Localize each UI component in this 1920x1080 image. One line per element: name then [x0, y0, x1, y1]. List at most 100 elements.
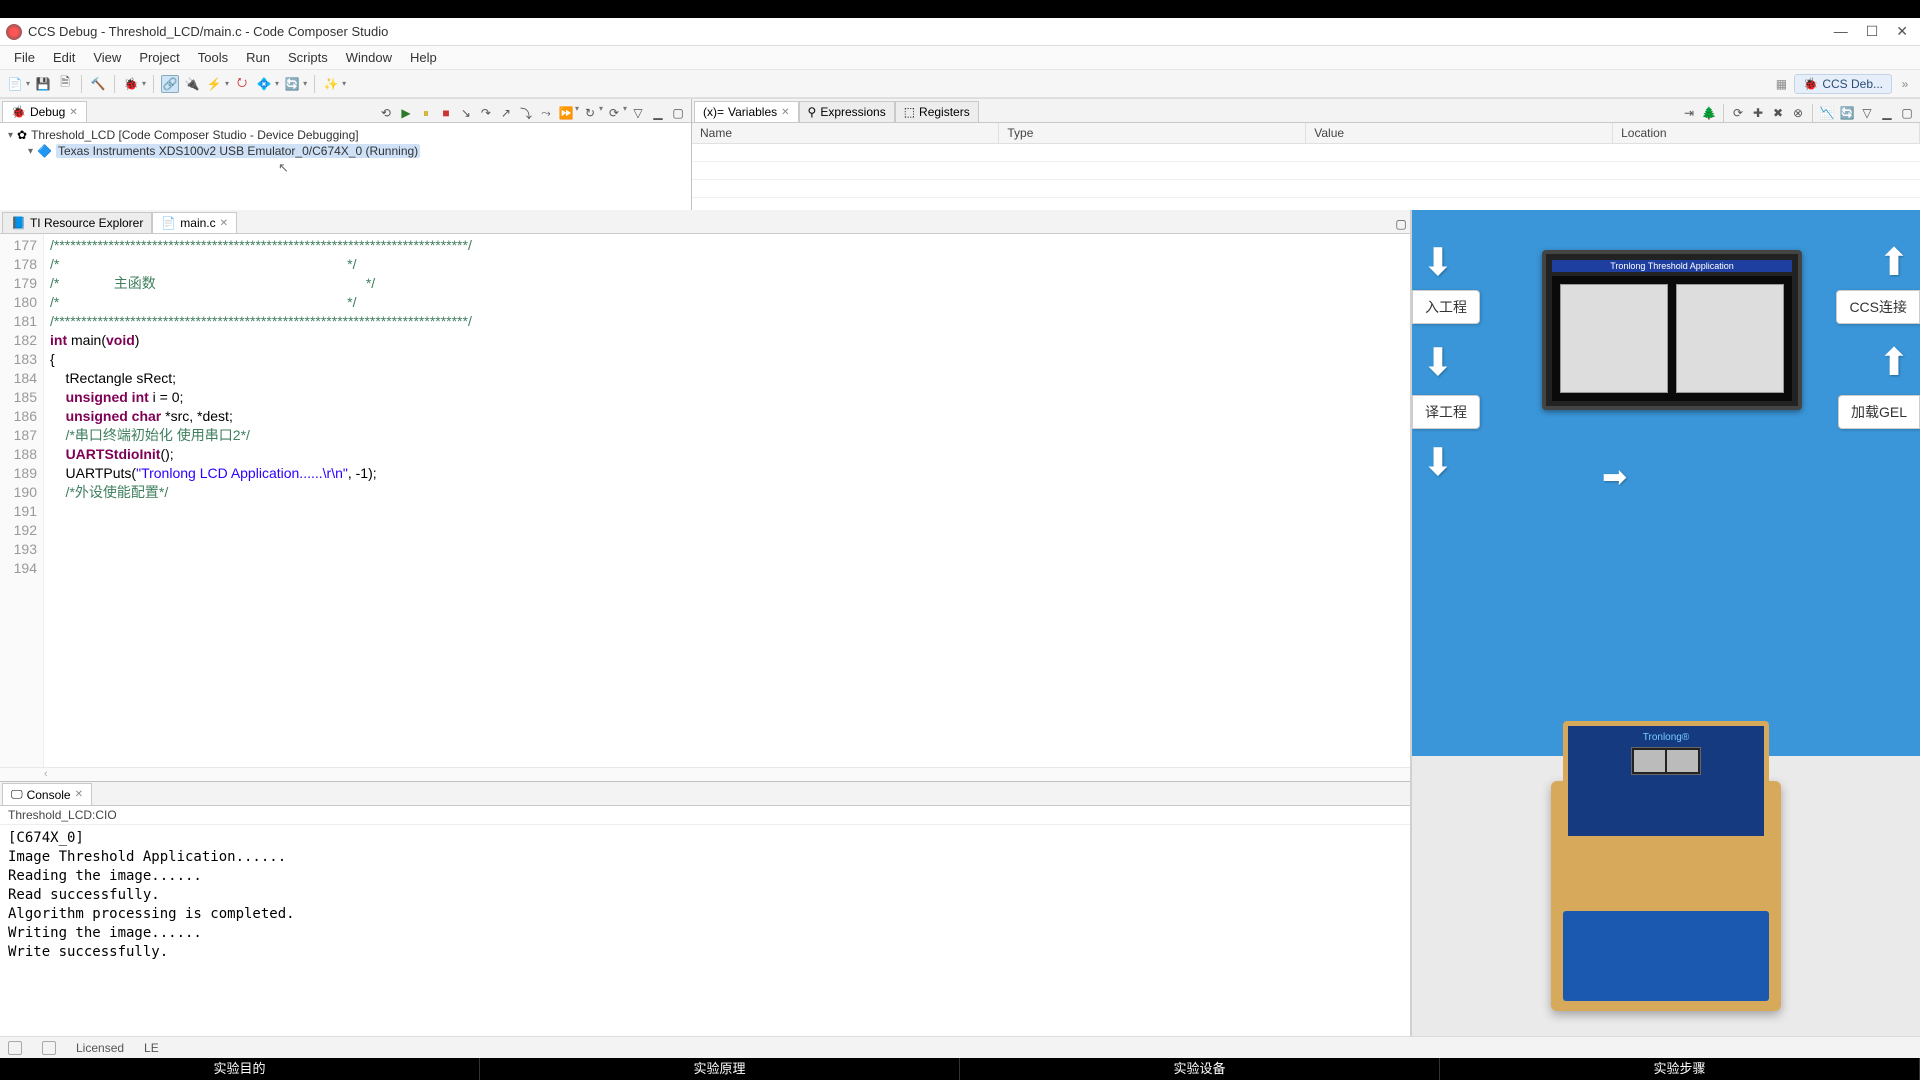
minimize-pane-icon[interactable]: ▁	[1878, 104, 1896, 122]
link-icon[interactable]: 🔌	[183, 75, 201, 93]
c-file-icon: 📄	[161, 216, 176, 230]
col-type[interactable]: Type	[999, 123, 1306, 144]
expander-icon[interactable]: ▾	[28, 146, 33, 157]
dropdown-icon[interactable]: ▾	[26, 79, 30, 88]
lesson-tab-equipment[interactable]: 实验设备	[960, 1058, 1440, 1080]
col-location[interactable]: Location	[1613, 123, 1920, 144]
reset-icon[interactable]: ↻	[581, 104, 599, 122]
newchip-icon[interactable]: 💠	[255, 75, 273, 93]
maximize-pane-icon[interactable]: ▢	[1898, 104, 1916, 122]
dropdown-icon[interactable]: ▾	[575, 104, 579, 122]
close-icon[interactable]: ✕	[69, 107, 77, 118]
lesson-tab-purpose[interactable]: 实验目的	[0, 1058, 480, 1080]
refresh-icon[interactable]: 🔄	[283, 75, 301, 93]
tree-row-root[interactable]: ▾ ✿ Threshold_LCD [Code Composer Studio …	[8, 127, 683, 143]
step-return-icon[interactable]: ↗	[497, 104, 515, 122]
dropdown-icon[interactable]: ▾	[225, 79, 229, 88]
menu-help[interactable]: Help	[402, 48, 445, 67]
new-icon[interactable]: 📄	[6, 75, 24, 93]
refresh-icon[interactable]: ⟳	[1729, 104, 1747, 122]
build-icon[interactable]: 🔨	[89, 75, 107, 93]
dropdown-icon[interactable]: ▾	[599, 104, 603, 122]
view-menu-icon[interactable]: ▽	[629, 104, 647, 122]
expander-icon[interactable]: ▾	[8, 130, 13, 141]
open-perspective-icon[interactable]: ▦	[1772, 75, 1790, 93]
tab-ti-resource-explorer[interactable]: 📘 TI Resource Explorer	[2, 212, 152, 233]
tab-debug[interactable]: 🐞 Debug ✕	[2, 101, 87, 122]
close-icon[interactable]: ✕	[781, 107, 789, 118]
step-into-icon[interactable]: ↘	[457, 104, 475, 122]
lesson-tab-steps[interactable]: 实验步骤	[1440, 1058, 1920, 1080]
terminate-icon[interactable]: ■	[437, 104, 455, 122]
refresh-icon[interactable]: ⟳	[605, 104, 623, 122]
hscroll-bar[interactable]: ‹	[0, 767, 1410, 781]
asm-step-over-icon[interactable]: ⤳	[537, 104, 555, 122]
maximize-button[interactable]: ☐	[1866, 23, 1879, 40]
menu-file[interactable]: File	[6, 48, 43, 67]
flash-icon[interactable]: ⚡	[205, 75, 223, 93]
dropdown-icon[interactable]: ▾	[142, 79, 146, 88]
debug-icon[interactable]: 🐞	[122, 75, 140, 93]
editor-body[interactable]: 1771781791801811821831841851861871881891…	[0, 234, 1410, 767]
lesson-tab-principle[interactable]: 实验原理	[480, 1058, 960, 1080]
tab-expressions[interactable]: ⚲ Expressions	[799, 101, 895, 122]
tab-registers[interactable]: ⬚ Registers	[895, 101, 979, 122]
menu-project[interactable]: Project	[131, 48, 187, 67]
table-row[interactable]	[692, 180, 1920, 198]
pause-icon[interactable]: ⏸	[417, 104, 435, 122]
continuous-refresh-icon[interactable]: 🔄	[1838, 104, 1856, 122]
run-to-line-icon[interactable]: ⏩	[557, 104, 575, 122]
close-button[interactable]: ✕	[1896, 23, 1908, 40]
table-row[interactable]	[692, 144, 1920, 162]
sb-icon[interactable]	[8, 1041, 22, 1055]
connect-target-icon[interactable]: 🔗	[161, 75, 179, 93]
menu-tools[interactable]: Tools	[190, 48, 236, 67]
code-area[interactable]: /***************************************…	[44, 234, 1410, 767]
restart-icon[interactable]: ⟲	[377, 104, 395, 122]
sb-icon[interactable]	[42, 1041, 56, 1055]
minimize-button[interactable]: —	[1834, 23, 1848, 40]
maximize-pane-icon[interactable]: ▢	[669, 104, 687, 122]
dev-kit-photo: Tronlong®	[1412, 756, 1920, 1036]
resume-icon[interactable]: ▶	[397, 104, 415, 122]
tree-icon[interactable]: 🌲	[1700, 104, 1718, 122]
step-over-icon[interactable]: ↷	[477, 104, 495, 122]
tab-main-c[interactable]: 📄 main.c ✕	[152, 212, 237, 233]
wand-icon[interactable]: ✨	[322, 75, 340, 93]
collapse-icon[interactable]: ⇥	[1680, 104, 1698, 122]
maximize-editor-icon[interactable]: ▢	[1392, 215, 1410, 233]
save-icon[interactable]: 💾	[34, 75, 52, 93]
col-name[interactable]: Name	[692, 123, 999, 144]
dropdown-icon[interactable]: ▾	[342, 79, 346, 88]
save-all-icon[interactable]: 🗎	[56, 75, 74, 93]
graph-icon[interactable]: 📉	[1818, 104, 1836, 122]
add-global-icon[interactable]: ✚	[1749, 104, 1767, 122]
terminate-relaunch-icon[interactable]: ⭮	[233, 75, 251, 93]
console-icon: 🖵	[11, 787, 23, 802]
asm-step-into-icon[interactable]: ⤵	[517, 104, 535, 122]
close-icon[interactable]: ✕	[220, 218, 228, 229]
menu-scripts[interactable]: Scripts	[280, 48, 336, 67]
dropdown-icon[interactable]: ▾	[275, 79, 279, 88]
menu-view[interactable]: View	[85, 48, 129, 67]
perspective-ccs-debug[interactable]: 🐞 CCS Deb...	[1794, 74, 1892, 94]
remove-icon[interactable]: ✖	[1769, 104, 1787, 122]
tab-console[interactable]: 🖵 Console ✕	[2, 783, 92, 805]
more-icon[interactable]: »	[1896, 75, 1914, 93]
flow-box-import: 入工程	[1412, 290, 1480, 324]
table-row[interactable]	[692, 198, 1920, 211]
close-icon[interactable]: ✕	[75, 789, 83, 800]
remove-all-icon[interactable]: ⊗	[1789, 104, 1807, 122]
table-row[interactable]	[692, 162, 1920, 180]
dropdown-icon[interactable]: ▾	[303, 79, 307, 88]
col-value[interactable]: Value	[1306, 123, 1613, 144]
menu-window[interactable]: Window	[338, 48, 400, 67]
tree-row-target[interactable]: ▾ 🔷 Texas Instruments XDS100v2 USB Emula…	[8, 143, 683, 159]
tab-variables[interactable]: (x)= Variables ✕	[694, 101, 799, 122]
console-output[interactable]: [C674X_0] Image Threshold Application...…	[0, 825, 1410, 1036]
menu-edit[interactable]: Edit	[45, 48, 83, 67]
menu-run[interactable]: Run	[238, 48, 278, 67]
view-menu-icon[interactable]: ▽	[1858, 104, 1876, 122]
minimize-pane-icon[interactable]: ▁	[649, 104, 667, 122]
dropdown-icon[interactable]: ▾	[623, 104, 627, 122]
